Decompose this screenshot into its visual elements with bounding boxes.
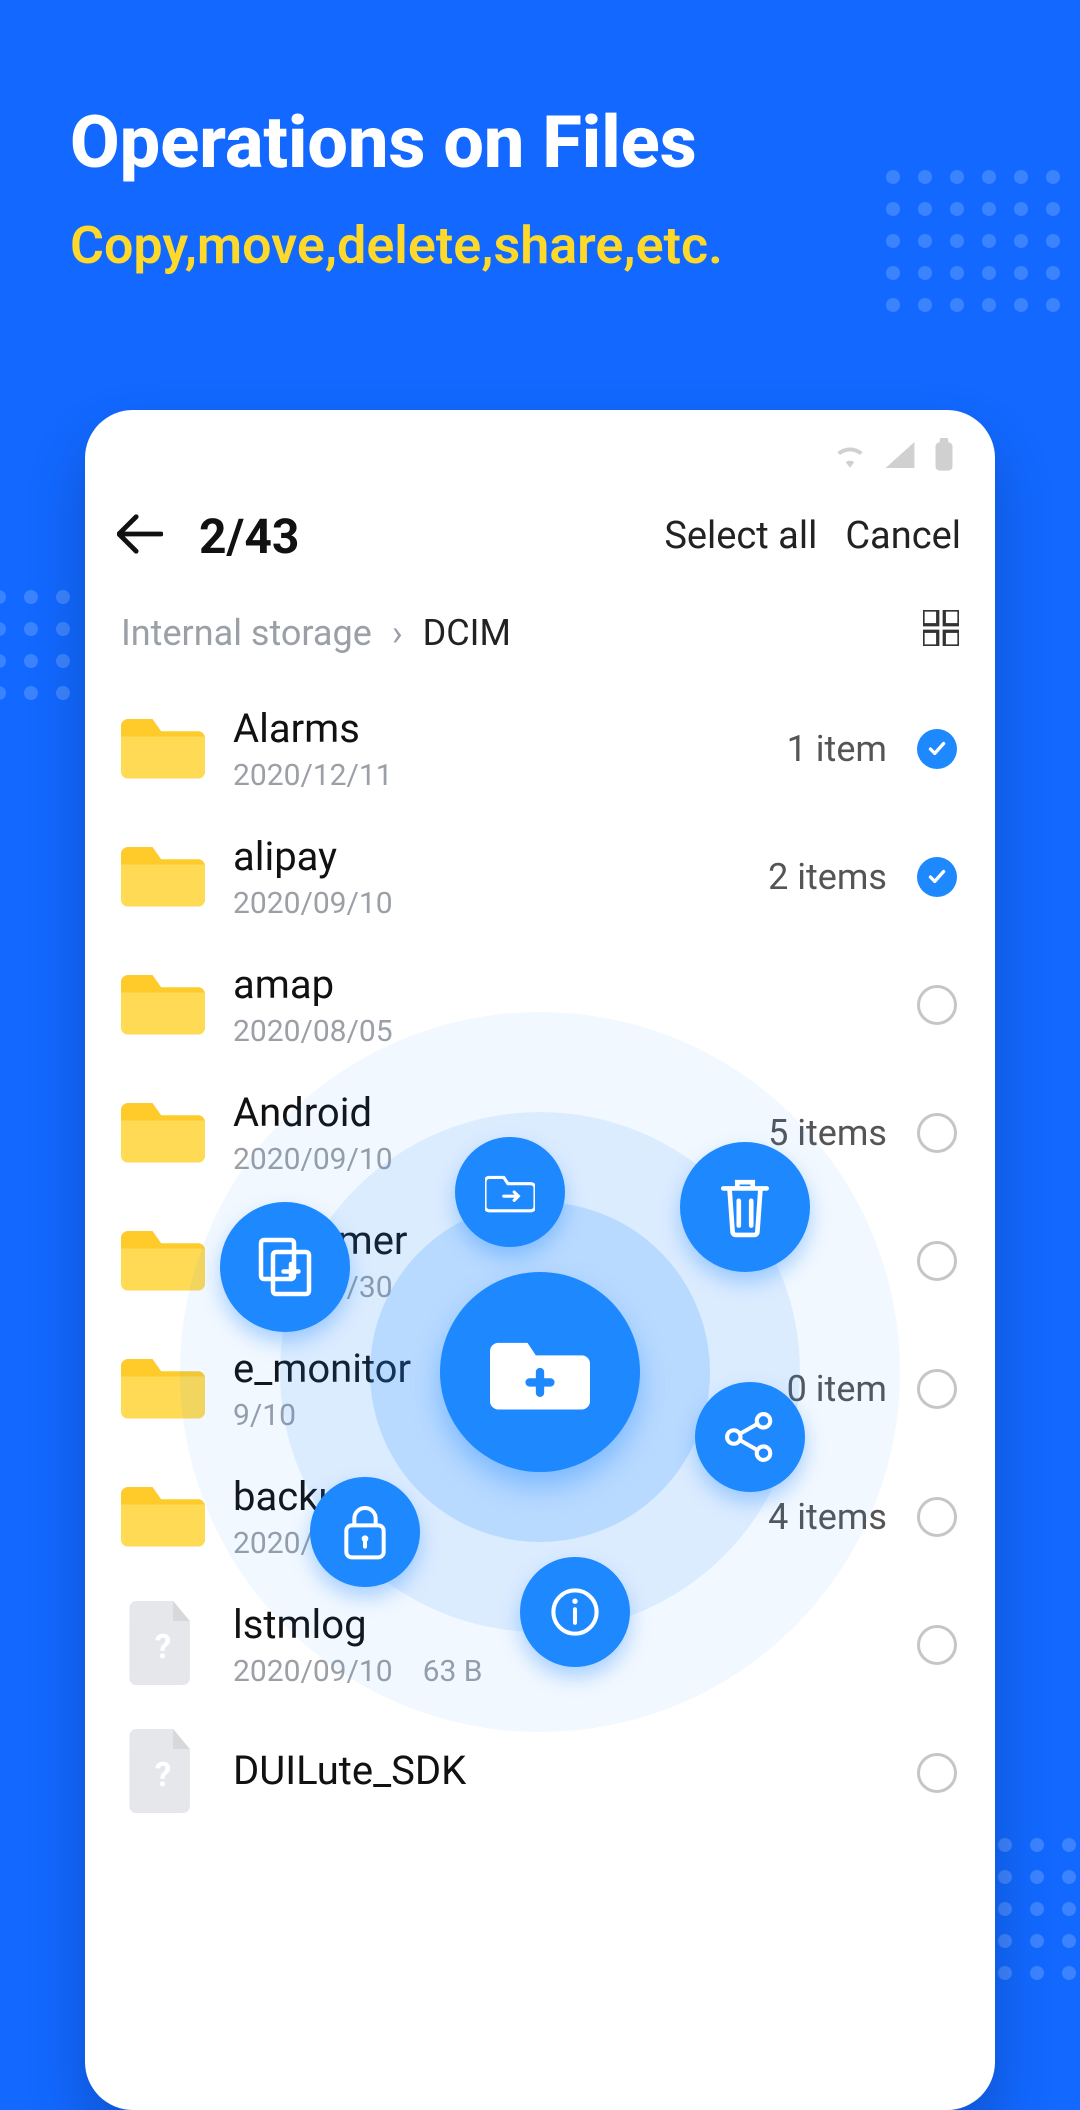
folder-plus-icon [490, 1330, 590, 1414]
item-info: DUILute_SDK [233, 1747, 859, 1800]
list-item[interactable]: Alarms 2020/12/11 1 item [85, 685, 995, 813]
decorative-dots [0, 590, 70, 700]
status-bar [85, 410, 995, 482]
grid-view-icon [923, 610, 959, 646]
info-icon [548, 1585, 602, 1639]
item-checkbox[interactable] [915, 1369, 959, 1409]
unchecked-icon [917, 1497, 957, 1537]
item-info: Alarms 2020/12/11 [233, 705, 759, 793]
decorative-dots [886, 170, 1060, 312]
battery-icon [933, 438, 955, 472]
unchecked-icon [917, 1369, 957, 1409]
item-name: alipay [233, 833, 740, 880]
lock-icon [340, 1504, 390, 1560]
share-icon [723, 1410, 777, 1464]
svg-text:?: ? [155, 1628, 172, 1667]
svg-text:?: ? [155, 1756, 172, 1795]
item-meta: 2020/12/11 [233, 758, 759, 793]
selection-counter: 2/43 [199, 508, 636, 565]
back-button[interactable] [109, 506, 171, 566]
share-button[interactable] [695, 1382, 805, 1492]
item-date: 2020/12/11 [233, 758, 393, 793]
chevron-right-icon: › [392, 612, 403, 654]
item-checkbox[interactable] [915, 1625, 959, 1665]
file-icon: ? [121, 1729, 205, 1817]
item-checkbox[interactable] [915, 1241, 959, 1281]
select-all-button[interactable]: Select all [664, 514, 817, 558]
signal-icon [885, 442, 915, 468]
folder-icon [121, 1479, 205, 1555]
phone-frame: 2/43 Select all Cancel Internal storage … [85, 410, 995, 2110]
check-icon [917, 857, 957, 897]
unchecked-icon [917, 1753, 957, 1793]
file-icon: ? [121, 1601, 205, 1689]
copy-button[interactable] [220, 1202, 350, 1332]
breadcrumb-root[interactable]: Internal storage [121, 612, 372, 654]
item-checkbox[interactable] [915, 1497, 959, 1537]
view-toggle-button[interactable] [923, 610, 959, 655]
info-button[interactable] [520, 1557, 630, 1667]
item-count: 1 item [787, 728, 887, 770]
item-checkbox[interactable] [915, 1753, 959, 1793]
breadcrumb: Internal storage › DCIM [85, 590, 995, 685]
item-checkbox[interactable] [915, 985, 959, 1025]
lock-button[interactable] [310, 1477, 420, 1587]
app-bar: 2/43 Select all Cancel [85, 482, 995, 590]
trash-icon [717, 1176, 773, 1238]
folder-icon [121, 839, 205, 915]
folder-icon [121, 1095, 205, 1171]
item-checkbox[interactable] [915, 729, 959, 769]
list-item[interactable]: alipay 2020/09/10 2 items [85, 813, 995, 941]
item-checkbox[interactable] [915, 1113, 959, 1153]
item-info: alipay 2020/09/10 [233, 833, 740, 921]
folder-icon [121, 967, 205, 1043]
unchecked-icon [917, 1241, 957, 1281]
delete-button[interactable] [680, 1142, 810, 1272]
item-checkbox[interactable] [915, 857, 959, 897]
copy-plus-icon [255, 1237, 315, 1297]
breadcrumb-leaf[interactable]: DCIM [423, 612, 511, 654]
item-meta: 2020/09/10 [233, 886, 740, 921]
back-arrow-icon [117, 514, 163, 554]
item-name: amap [233, 961, 859, 1008]
folder-icon [121, 711, 205, 787]
new-folder-button[interactable] [440, 1272, 640, 1472]
unchecked-icon [917, 1625, 957, 1665]
unchecked-icon [917, 1113, 957, 1153]
cancel-button[interactable]: Cancel [845, 514, 961, 558]
item-count: 2 items [768, 856, 887, 898]
item-name: Alarms [233, 705, 759, 752]
item-date: 2020/08/05 [233, 1014, 393, 1049]
move-button[interactable] [455, 1137, 565, 1247]
folder-move-icon [485, 1171, 535, 1213]
wifi-icon [833, 442, 867, 468]
check-icon [917, 729, 957, 769]
item-name: DUILute_SDK [233, 1747, 859, 1794]
item-date: 2020/09/10 [233, 886, 393, 921]
unchecked-icon [917, 985, 957, 1025]
